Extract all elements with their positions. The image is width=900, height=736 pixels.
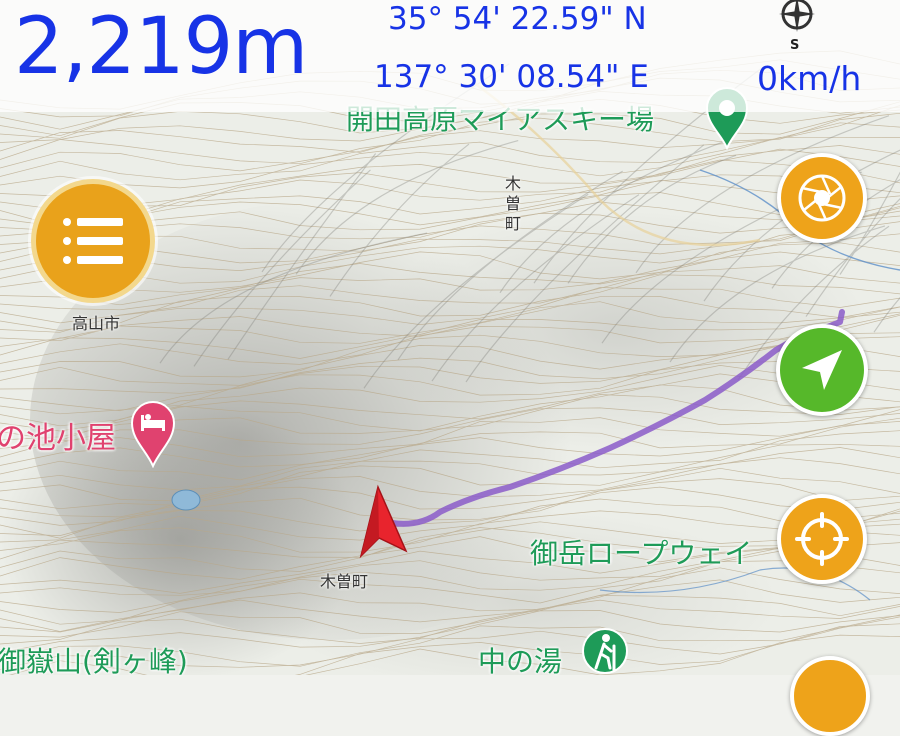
altitude-readout: 2,219m [14,2,308,92]
aperture-icon [798,174,846,222]
kiso-town-upper-label-2: 曽 [505,194,522,213]
longitude-readout: 137° 30' 08.54" E [374,59,649,95]
list-menu-icon [63,218,123,264]
menu-button[interactable] [31,179,155,303]
locate-me-button[interactable] [776,324,868,416]
speed-readout: 0km/h [757,59,862,98]
center-target-button[interactable] [777,494,867,584]
peak-label[interactable]: 御嶽山(剣ヶ峰) [0,648,188,676]
kiso-town-upper-label-1: 木 [505,174,522,193]
crosshair-target-icon [795,512,849,566]
takayama-city-label: 高山市 [72,314,121,333]
map-layers-button[interactable] [777,153,867,243]
kiso-town-upper-label-3: 町 [505,214,522,233]
latitude-readout: 35° 54' 22.59" N [388,1,647,37]
extra-tool-button[interactable] [790,656,870,736]
hiking-pin-icon[interactable] [580,626,630,676]
lodge-pin-icon[interactable] [128,398,178,468]
nakanoyu-label[interactable]: 中の湯 [478,648,562,676]
compass-south-label: S [790,38,800,53]
lodge-label[interactable]: の池小屋 [0,424,116,454]
kiso-town-lower-label: 木曽町 [320,572,369,591]
navigation-arrow-icon [802,350,842,390]
status-header: 2,219m 35° 54' 22.59" N 137° 30' 08.54" … [0,0,900,112]
ropeway-label[interactable]: 御岳ロープウェイ [530,540,752,568]
